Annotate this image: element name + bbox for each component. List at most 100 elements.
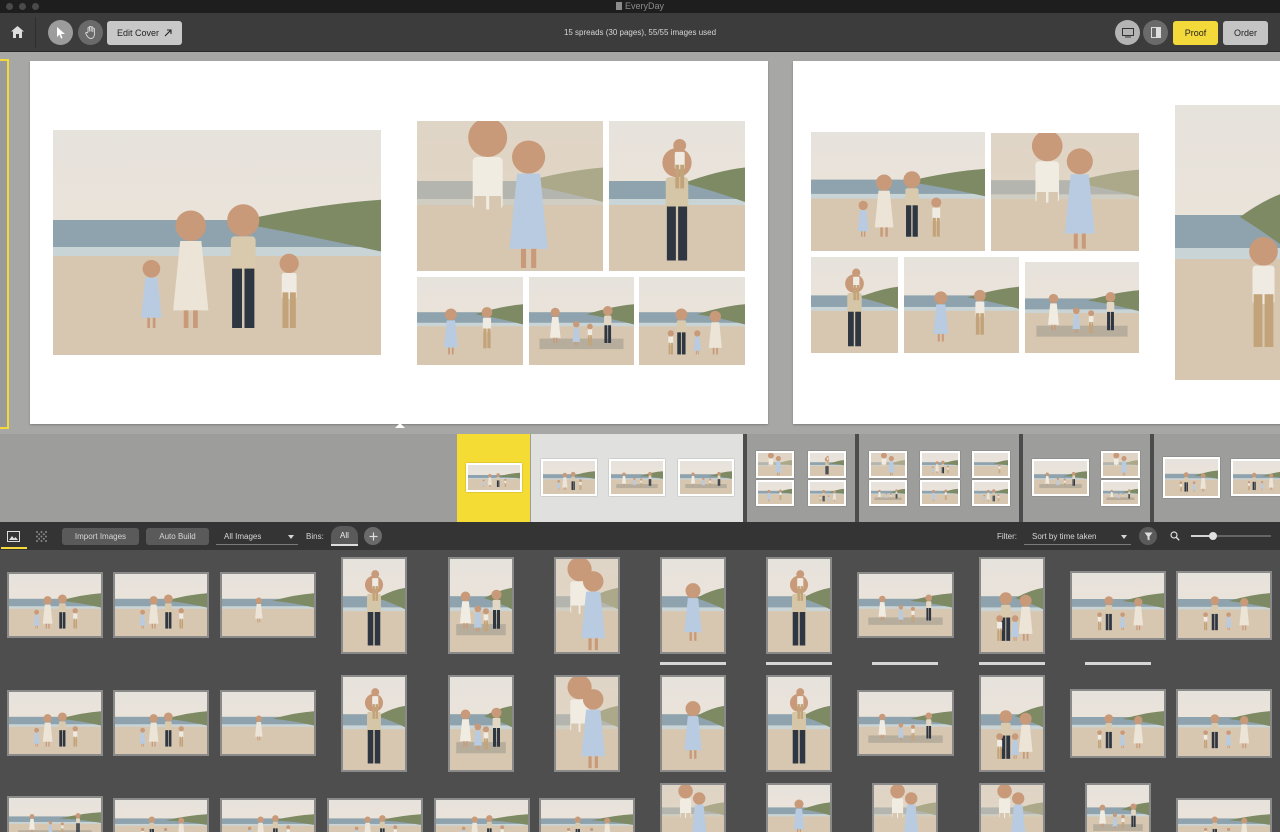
library-image-thumb[interactable] [1176,689,1272,758]
slider-knob[interactable] [1208,532,1217,540]
spread-photo[interactable] [904,257,1019,353]
library-image [768,559,830,652]
library-image [981,785,1043,832]
library-image [9,574,101,636]
library-image-thumb[interactable] [7,690,103,756]
library-image-thumb[interactable] [660,557,726,654]
single-page-view-button[interactable] [1115,20,1140,45]
library-image-thumb[interactable] [979,783,1045,832]
spread-photo[interactable] [417,277,523,365]
order-button[interactable]: Order [1223,21,1268,45]
spread-photo[interactable] [1025,262,1139,353]
images-tab[interactable] [7,530,20,543]
library-image-thumb[interactable] [434,798,530,832]
current-spread[interactable] [30,61,768,424]
spread-strip-thumb[interactable] [920,480,960,506]
library-image-thumb[interactable] [113,798,209,832]
library-image-thumb[interactable] [448,675,514,772]
home-button[interactable] [6,21,28,43]
library-image-thumb[interactable] [979,675,1045,772]
spread-strip-thumb[interactable] [869,451,907,478]
spread-strip-thumb[interactable] [1101,451,1140,478]
auto-build-button[interactable]: Auto Build [146,528,209,545]
spread-strip-thumb[interactable] [1032,459,1089,496]
spread-photo[interactable] [529,277,634,365]
library-image-thumb[interactable] [341,675,407,772]
image-source-select[interactable]: All Images [216,528,298,545]
select-tool-button[interactable] [48,20,73,45]
spread-strip-thumb[interactable] [869,480,907,506]
spread-strip-thumb[interactable] [756,480,794,506]
spread-strip-thumb[interactable] [466,463,522,492]
spread-strip-thumb[interactable] [541,459,597,496]
library-image-thumb[interactable] [1176,571,1272,640]
spread-canvas[interactable] [0,52,1280,434]
library-image-thumb[interactable] [113,690,209,756]
sort-select[interactable]: Sort by time taken [1024,528,1131,545]
spread-strip-thumb[interactable] [1163,457,1220,498]
add-bin-button[interactable] [364,527,382,545]
strip-thumb-image [922,482,958,504]
library-image-thumb[interactable] [220,798,316,832]
library-image-thumb[interactable] [554,675,620,772]
import-images-button[interactable]: Import Images [62,528,139,545]
library-image-thumb[interactable] [220,690,316,756]
bin-all-tab[interactable]: All [331,526,358,546]
library-image-thumb[interactable] [857,690,954,756]
library-image-thumb[interactable] [7,796,103,832]
spread-photo[interactable] [991,133,1139,251]
library-image-thumb[interactable] [341,557,407,654]
spread-photo[interactable] [811,132,985,251]
library-image-thumb[interactable] [766,783,832,832]
spread-photo[interactable] [53,130,381,355]
library-image-thumb[interactable] [554,557,620,654]
spread-strip-thumb[interactable] [756,451,794,478]
library-image-thumb[interactable] [1070,571,1166,640]
library-image-thumb[interactable] [1176,798,1272,832]
layouts-tab[interactable] [35,530,48,543]
library-image-thumb[interactable] [220,572,316,638]
proof-button[interactable]: Proof [1173,21,1218,45]
spread-strip-thumb[interactable] [1101,480,1140,506]
spread-photo[interactable] [639,277,745,365]
next-spread[interactable] [793,61,1280,424]
library-image-thumb[interactable] [766,557,832,654]
library-image-thumb[interactable] [872,783,938,832]
library-image-thumb[interactable] [7,572,103,638]
library-image-thumb[interactable] [660,783,726,832]
library-image-thumb[interactable] [660,675,726,772]
filter-button[interactable] [1139,527,1157,545]
strip-thumb-image [468,465,520,490]
spread-photo[interactable] [1175,105,1280,380]
library-image-thumb[interactable] [857,572,954,638]
library-image-thumb[interactable] [539,798,635,832]
library-image-thumb[interactable] [1070,689,1166,758]
library-image-thumb[interactable] [1085,783,1151,832]
spread-strip-thumb[interactable] [972,451,1010,478]
library-image-thumb[interactable] [448,557,514,654]
pointer-icon [56,26,65,38]
spread-photo[interactable] [811,257,898,353]
library-image [556,559,618,652]
pan-tool-button[interactable] [78,20,103,45]
spread-strip-thumb[interactable] [808,480,846,506]
spread-view-button[interactable] [1143,20,1168,45]
previous-spread-edge[interactable] [0,59,9,429]
spread-photo[interactable] [417,121,603,271]
zoom-search-button[interactable] [1167,528,1183,544]
spread-strip-thumb[interactable] [1231,459,1280,496]
library-image [450,559,512,652]
spread-photo[interactable] [609,121,745,271]
edit-cover-button[interactable]: Edit Cover [107,21,182,45]
library-image-thumb[interactable] [979,557,1045,654]
library-image-thumb[interactable] [113,572,209,638]
library-image-thumb[interactable] [766,675,832,772]
spread-strip-thumb[interactable] [678,459,734,496]
library-image [662,677,724,770]
spread-strip-thumb[interactable] [972,480,1010,506]
spread-strip-thumb[interactable] [808,451,846,478]
thumbnail-size-slider[interactable] [1191,532,1271,540]
library-image-thumb[interactable] [327,798,423,832]
spread-strip-thumb[interactable] [609,459,665,496]
spread-strip-thumb[interactable] [920,451,960,478]
